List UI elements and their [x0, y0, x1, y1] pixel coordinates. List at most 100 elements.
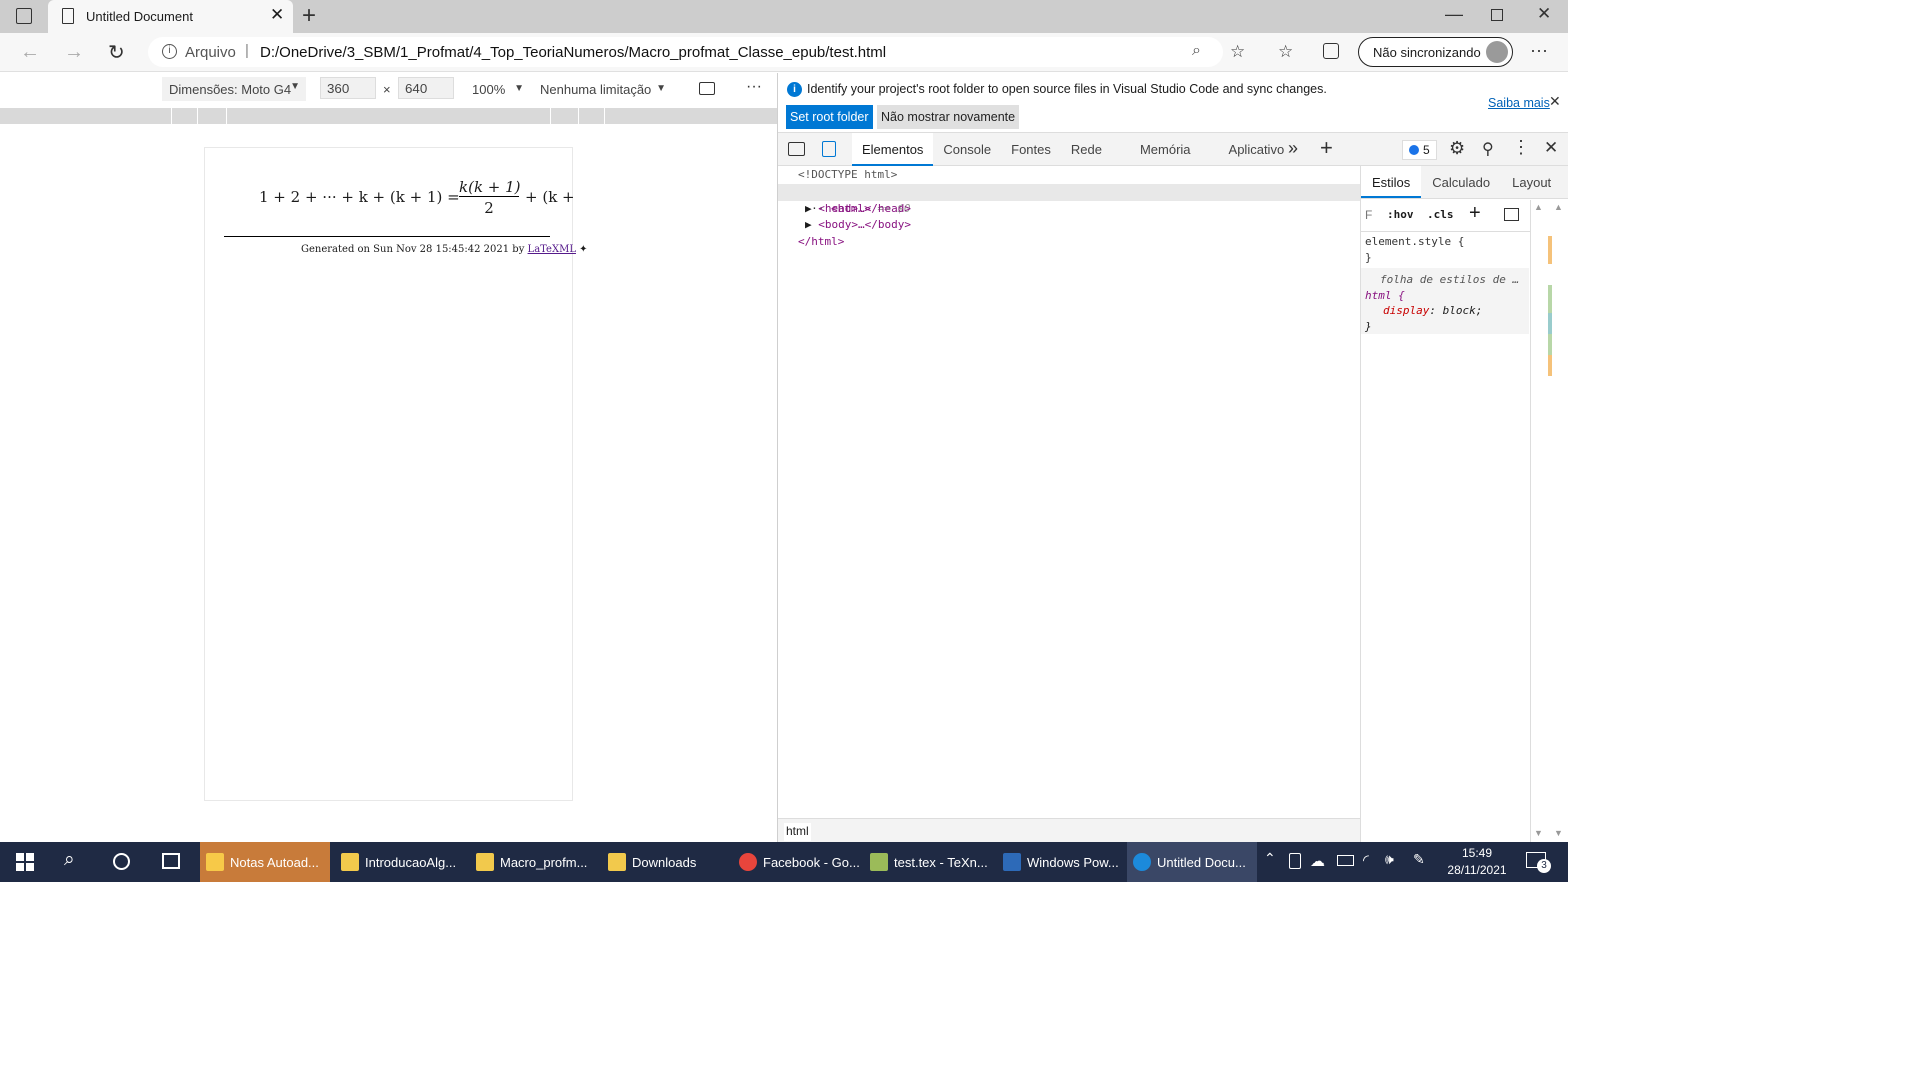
taskbar-app-folder2[interactable]: Macro_profm... [470, 842, 600, 882]
set-root-folder-button[interactable]: Set root folder [786, 105, 873, 129]
zoom-select[interactable]: 100% ▼ [472, 82, 530, 97]
tab-computed[interactable]: Calculado [1421, 166, 1501, 198]
add-favorite-icon[interactable]: ☆ [1230, 42, 1245, 62]
customize-icon[interactable]: ⚲ [1482, 139, 1494, 159]
width-input[interactable] [320, 77, 376, 99]
element-style-selector: element.style { [1365, 235, 1465, 248]
cls-toggle[interactable]: .cls [1427, 208, 1454, 221]
restore-icon[interactable] [1491, 9, 1503, 21]
wifi-icon[interactable]: ◜ [1363, 851, 1369, 869]
taskbar-app-downloads[interactable]: Downloads [602, 842, 732, 882]
taskbar-app-powershell[interactable]: Windows Pow... [997, 842, 1127, 882]
latexml-link[interactable]: LaTeXML [528, 244, 576, 255]
collections-icon[interactable] [1323, 43, 1339, 59]
volume-icon[interactable]: 🕪 [1385, 851, 1394, 868]
expand-arrow-icon[interactable]: ▶ [805, 218, 812, 231]
new-tab-icon[interactable]: + [302, 2, 316, 30]
inspect-icon[interactable] [788, 142, 805, 156]
scroll-down-icon[interactable]: ▼ [1534, 828, 1543, 838]
latexml-mascot-icon: ✦ [579, 244, 588, 255]
taskbar-app-chrome[interactable]: Facebook - Go... [733, 842, 863, 882]
taskbar-app-folder1[interactable]: IntroducaoAlg... [335, 842, 465, 882]
scroll-down-icon[interactable]: ▼ [1554, 828, 1563, 838]
close-window-icon[interactable]: ✕ [1537, 4, 1551, 24]
close-infobar-icon[interactable]: ✕ [1549, 93, 1561, 110]
height-input[interactable] [398, 77, 454, 99]
rule-close-brace: } [1365, 319, 1372, 333]
learn-more-link[interactable]: Saiba mais [1488, 96, 1550, 110]
hov-toggle[interactable]: :hov [1387, 208, 1414, 221]
cortana-icon[interactable] [113, 853, 130, 870]
taskbar-app-label: Downloads [632, 854, 697, 870]
tab-layout[interactable]: Layout [1501, 166, 1562, 198]
refresh-icon[interactable]: ↻ [108, 40, 125, 65]
tray-overflow-icon[interactable]: ⌃ [1264, 850, 1276, 867]
tab-network[interactable]: Rede [1061, 133, 1112, 166]
new-rule-icon[interactable]: + [1469, 202, 1481, 225]
scroll-up-icon[interactable]: ▲ [1534, 202, 1543, 212]
dom-doctype[interactable]: <!DOCTYPE html> [798, 167, 897, 184]
taskbar-app-edge[interactable]: Untitled Docu... [1127, 842, 1257, 882]
issues-badge[interactable]: 5 [1402, 140, 1437, 160]
taskbar-app-texnic[interactable]: test.tex - TeXn... [864, 842, 994, 882]
document-icon [62, 8, 74, 24]
tab-application[interactable]: Aplicativo [1219, 133, 1295, 166]
more-tabs-icon[interactable]: » [1288, 138, 1298, 159]
tab-elements[interactable]: Elementos [852, 133, 934, 166]
dom-head-row[interactable]: ▶ <head>…</head> [805, 201, 911, 218]
media-query-ruler [0, 108, 777, 124]
scroll-up-icon[interactable]: ▲ [1554, 202, 1563, 212]
device-toolbar: Dimensões: Moto G4 ▼ × 100% ▼ Nenhuma li… [0, 73, 777, 105]
tab-memory[interactable]: Memória [1130, 133, 1201, 166]
tab-actions-icon[interactable] [16, 8, 32, 24]
dont-show-again-button[interactable]: Não mostrar novamente [877, 105, 1020, 129]
tab-console[interactable]: Console [933, 133, 1001, 166]
device-select[interactable]: Dimensões: Moto G4 ▼ [162, 77, 306, 101]
favorites-icon[interactable]: ☆ [1278, 42, 1293, 62]
element-style-rule[interactable]: element.style { } [1365, 234, 1531, 266]
throttle-select[interactable]: Nenhuma limitação ▼ [540, 82, 672, 97]
pen-icon[interactable]: ✎ [1413, 851, 1425, 868]
breadcrumb-html[interactable]: html [784, 823, 811, 841]
notifications-icon[interactable]: 3 [1526, 852, 1551, 873]
device-screen[interactable]: 1 + 2 + ··· + k + (k + 1) = k(k + 1) 2 +… [204, 147, 588, 801]
search-icon[interactable]: ⌕ [64, 849, 75, 871]
settings-gear-icon[interactable]: ⚙ [1449, 138, 1465, 159]
onedrive-icon[interactable]: ☁ [1310, 852, 1325, 870]
address-bar[interactable]: i Arquivo | D:/OneDrive/3_SBM/1_Profmat/… [148, 37, 1223, 67]
filter-input[interactable]: F [1365, 208, 1372, 222]
task-view-icon[interactable] [162, 853, 180, 869]
taskbar-app-notes[interactable]: Notas Autoad... [200, 842, 330, 882]
add-tool-icon[interactable]: + [1320, 135, 1333, 161]
toggle-sidebar-icon[interactable] [1504, 208, 1519, 221]
style-gutter-markers [1548, 236, 1552, 376]
forward-icon[interactable]: → [64, 41, 84, 64]
dom-html-close[interactable]: </html> [798, 234, 844, 251]
close-devtools-icon[interactable]: ✕ [1544, 138, 1558, 158]
phone-icon[interactable] [1289, 853, 1301, 869]
dom-body-row[interactable]: ▶ <body>…</body> [805, 217, 911, 234]
close-tab-icon[interactable]: ✕ [270, 5, 284, 25]
texniccenter-icon [870, 853, 888, 871]
clock[interactable]: 15:49 28/11/2021 [1445, 845, 1509, 879]
zoom-icon[interactable]: ⌕ [1192, 42, 1201, 60]
minimize-icon[interactable]: — [1445, 4, 1463, 25]
tab-styles[interactable]: Estilos [1361, 166, 1422, 198]
device-more-icon[interactable]: ··· [746, 78, 762, 96]
tab-sources[interactable]: Fontes [1001, 133, 1061, 166]
dom-html-row[interactable]: ··· <html> == $0 [778, 184, 1360, 215]
more-icon[interactable]: ··· [1530, 40, 1548, 61]
chevron-down-icon: ▼ [514, 83, 524, 94]
browser-tab[interactable]: Untitled Document ✕ [48, 0, 293, 33]
devtools-more-icon[interactable]: ⋮ [1512, 137, 1530, 158]
rotate-icon[interactable] [699, 82, 715, 95]
back-icon[interactable]: ← [20, 41, 40, 64]
sync-button[interactable]: Não sincronizando [1358, 37, 1513, 67]
expand-arrow-icon[interactable]: ▶ [805, 202, 812, 215]
device-emulation-icon[interactable] [822, 141, 836, 157]
address-url: D:/OneDrive/3_SBM/1_Profmat/4_Top_Teoria… [260, 44, 887, 61]
windows-start-icon[interactable] [16, 853, 34, 871]
dom-body: <body>…</body> [818, 218, 911, 231]
ua-style-rule[interactable]: folha de estilos de … html { display: bl… [1361, 268, 1529, 334]
battery-icon[interactable] [1337, 855, 1354, 866]
